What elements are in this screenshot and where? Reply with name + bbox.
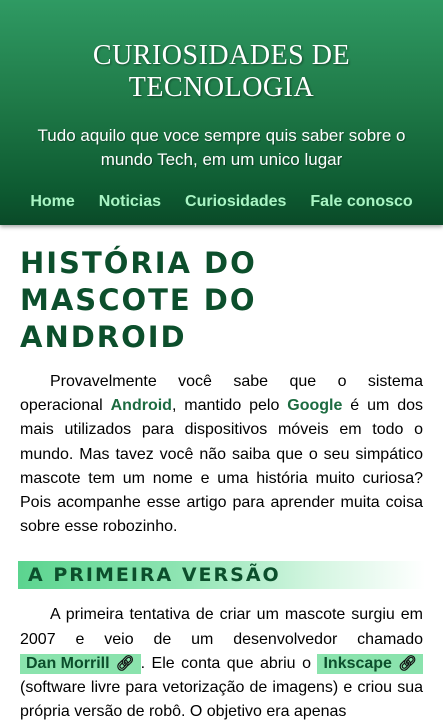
main-nav: Home Noticias Curiosidades Fale conosco bbox=[0, 193, 443, 211]
site-title-line-2: TECNOLOGIA bbox=[128, 72, 315, 103]
link-inkscape[interactable]: Inkscape 🔗︎ bbox=[317, 653, 423, 674]
section-text-3: (software livre para vetorização de imag… bbox=[20, 679, 423, 721]
site-subtitle: Tudo aquilo que voce sempre quis saber s… bbox=[37, 126, 406, 169]
intro-paragraph: Provavelmente você sabe que o sistema op… bbox=[20, 370, 423, 539]
chain-link-icon: 🔗︎ bbox=[397, 654, 417, 672]
section-heading-primeira-versao: A primeira versão bbox=[18, 561, 425, 590]
article-title: História do mascote do Android bbox=[20, 246, 257, 354]
section-text-2: . Ele conta que abriu o bbox=[140, 654, 318, 672]
site-title-line-1: CURIOSIDADES DE bbox=[92, 40, 351, 71]
article-content: História do mascote do Android Provavelm… bbox=[0, 245, 443, 724]
nav-link-curiosidades[interactable]: Curiosidades bbox=[185, 193, 286, 211]
chain-link-icon: 🔗︎ bbox=[115, 654, 135, 672]
keyword-google: Google bbox=[287, 397, 343, 415]
link-inkscape-label: Inkscape bbox=[323, 654, 392, 672]
keyword-android: Android bbox=[110, 397, 172, 415]
nav-link-home[interactable]: Home bbox=[30, 193, 74, 211]
site-header: CURIOSIDADES DE TECNOLOGIA Tudo aquilo q… bbox=[0, 0, 443, 225]
intro-text-2: , mantido pelo bbox=[171, 397, 288, 415]
nav-link-noticias[interactable]: Noticias bbox=[99, 193, 161, 211]
section-paragraph: A primeira tentativa de criar um mascote… bbox=[20, 603, 423, 724]
intro-text-3: é um dos mais utilizados para dispositiv… bbox=[20, 397, 423, 536]
link-dan-morrill-label: Dan Morrill bbox=[26, 654, 110, 672]
link-dan-morrill[interactable]: Dan Morrill 🔗︎ bbox=[20, 653, 141, 674]
site-title: CURIOSIDADES DE TECNOLOGIA bbox=[0, 0, 443, 104]
section-text-1: A primeira tentativa de criar um mascote… bbox=[20, 606, 423, 648]
nav-link-fale-conosco[interactable]: Fale conosco bbox=[310, 193, 412, 211]
